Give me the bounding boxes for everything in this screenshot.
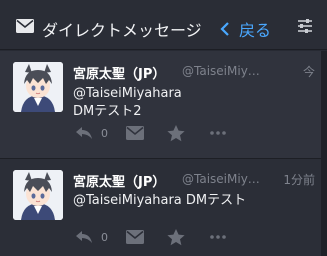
more-button[interactable] — [210, 124, 226, 142]
avatar[interactable] — [13, 170, 63, 220]
reply-count: 0 — [101, 126, 108, 140]
direct-message-button[interactable] — [126, 124, 144, 142]
favorite-button[interactable] — [167, 228, 185, 246]
avatar-illustration — [13, 62, 63, 112]
message-text: @TaiseiMiyahara DMテスト2 — [73, 85, 182, 121]
sender-name[interactable]: 宮原太聖（JP） — [73, 171, 165, 190]
message-list: 宮原太聖（JP） @TaiseiMiyahara 今 @TaiseiMiyaha… — [0, 51, 327, 256]
reply-icon — [76, 127, 92, 139]
sender-handle[interactable]: @TaiseiMiyahara — [182, 172, 262, 186]
back-button[interactable]: 戻る — [220, 17, 271, 41]
scroll-gutter — [321, 51, 327, 256]
message-actions: 0 — [73, 124, 233, 142]
more-icon — [210, 235, 226, 239]
reply-count: 0 — [101, 230, 108, 244]
envelope-icon — [16, 19, 34, 33]
message-line: @TaiseiMiyahara — [73, 86, 182, 101]
avatar-illustration — [13, 170, 63, 220]
message-line: @TaiseiMiyahara DMテスト — [73, 193, 247, 208]
message-text: @TaiseiMiyahara DMテスト — [73, 192, 246, 210]
back-label: 戻る — [239, 21, 272, 40]
more-icon — [210, 131, 226, 135]
reply-icon — [76, 231, 92, 243]
star-icon — [167, 228, 185, 245]
timestamp: 1分前 — [283, 173, 315, 187]
envelope-icon — [126, 126, 144, 140]
favorite-button[interactable] — [167, 124, 185, 142]
message-actions: 0 — [73, 228, 233, 246]
message-line: DMテスト2 — [73, 104, 142, 119]
reply-button[interactable]: 0 — [75, 124, 108, 142]
list-item[interactable]: 宮原太聖（JP） @TaiseiMiyahara 1分前 @TaiseiMiya… — [0, 159, 321, 256]
timestamp: 今 — [302, 65, 315, 79]
star-icon — [167, 124, 185, 141]
page-title: ダイレクトメッセージ — [42, 21, 202, 40]
panel-header: ダイレクトメッセージ 戻る — [0, 0, 327, 50]
list-item[interactable]: 宮原太聖（JP） @TaiseiMiyahara 今 @TaiseiMiyaha… — [0, 51, 321, 159]
reply-button[interactable]: 0 — [75, 228, 108, 246]
dm-panel: ダイレクトメッセージ 戻る 宮原太聖（JP） @TaiseiMiyah 今 @T… — [0, 0, 327, 256]
sliders-icon[interactable] — [297, 18, 313, 34]
direct-message-button[interactable] — [126, 228, 144, 246]
sender-handle[interactable]: @TaiseiMiyahara — [182, 64, 262, 78]
avatar[interactable] — [13, 62, 63, 112]
sender-name[interactable]: 宮原太聖（JP） — [73, 63, 165, 82]
chevron-left-icon — [220, 22, 229, 36]
more-button[interactable] — [210, 228, 226, 246]
envelope-icon — [126, 230, 144, 244]
